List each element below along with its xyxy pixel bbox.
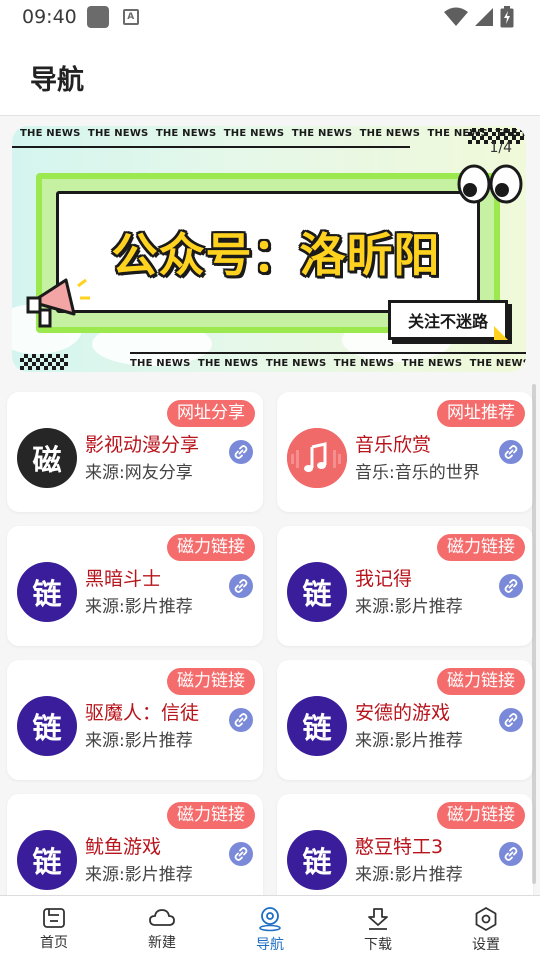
card-avatar: 链 [17, 562, 77, 622]
link-icon[interactable] [229, 574, 253, 598]
settings-icon [475, 907, 497, 931]
link-icon[interactable] [499, 440, 523, 464]
link-icon[interactable] [229, 440, 253, 464]
cartoon-eyes-icon [457, 164, 523, 204]
nav-label: 导航 [256, 937, 284, 953]
nav-card[interactable]: 磁力链接链黑暗斗士来源:影片推荐 [7, 526, 263, 646]
card-source: 来源:影片推荐 [355, 865, 463, 885]
home-icon [43, 908, 65, 928]
nav-label: 下载 [364, 937, 392, 953]
news-ticker-top: THE NEWS THE NEWS THE NEWS THE NEWS THE … [20, 128, 526, 139]
download-icon [368, 908, 388, 930]
card-avatar: 链 [287, 830, 347, 890]
card-title: 鱿鱼游戏 [85, 836, 162, 858]
nav-new[interactable]: 新建 [108, 896, 216, 960]
link-icon[interactable] [499, 574, 523, 598]
nav-card[interactable]: 磁力链接链安德的游戏来源:影片推荐 [277, 660, 533, 780]
link-icon[interactable] [499, 708, 523, 732]
nav-label: 首页 [40, 935, 68, 951]
card-category-tag: 网址分享 [167, 400, 255, 427]
nav-download[interactable]: 下载 [324, 896, 432, 960]
card-category-tag: 磁力链接 [437, 802, 525, 829]
card-source: 音乐:音乐的世界 [355, 463, 480, 483]
navigation-icon [259, 907, 281, 932]
news-ticker-bottom: THE NEWS THE NEWS THE NEWS THE NEWS THE … [130, 358, 526, 369]
card-title: 我记得 [355, 568, 413, 590]
app-header: 导航 [0, 34, 540, 116]
card-source: 来源:网友分享 [85, 463, 193, 483]
link-icon[interactable] [499, 842, 523, 866]
cloud-icon [149, 909, 175, 926]
card-source: 来源:影片推荐 [355, 597, 463, 617]
nav-card[interactable]: 网址推荐 音乐欣赏音乐:音乐的世界 [277, 392, 533, 512]
banner-page-indicator: 1/4 [489, 140, 512, 156]
nav-card[interactable]: 网址分享磁影视动漫分享 来源:网友分享 [7, 392, 263, 512]
status-time: 09:40 [22, 6, 77, 28]
banner-headline: 公众号：洛昕阳 [111, 228, 441, 282]
card-category-tag: 磁力链接 [437, 668, 525, 695]
card-avatar: 链 [17, 830, 77, 890]
battery-icon [500, 6, 514, 28]
card-title: 憨豆特工3 [355, 836, 444, 858]
megaphone-icon [26, 278, 90, 328]
signal-icon [475, 8, 493, 26]
card-source: 来源:影片推荐 [85, 597, 193, 617]
card-category-tag: 磁力链接 [437, 534, 525, 561]
link-icon[interactable] [229, 708, 253, 732]
card-source: 来源:影片推荐 [85, 731, 193, 751]
promo-banner[interactable]: THE NEWS THE NEWS THE NEWS THE NEWS THE … [12, 126, 526, 372]
nav-navigation[interactable]: 导航 [216, 896, 324, 960]
nav-settings[interactable]: 设置 [432, 896, 540, 960]
card-title: 驱魔人：信徒 [85, 702, 200, 724]
keyboard-indicator-icon: A [122, 9, 139, 25]
card-title: 音乐欣赏 [355, 434, 432, 456]
music-note-icon [287, 428, 347, 488]
nav-home[interactable]: 首页 [0, 896, 108, 960]
card-title: 影视动漫分享 [85, 434, 200, 456]
link-icon[interactable] [229, 842, 253, 866]
card-category-tag: 磁力链接 [167, 802, 255, 829]
card-avatar: 磁 [17, 428, 77, 488]
checker-decoration [20, 354, 68, 370]
wifi-icon [444, 7, 468, 26]
follow-tag: 关注不迷路 [388, 300, 508, 340]
card-source: 来源:影片推荐 [355, 731, 463, 751]
nav-label: 新建 [148, 935, 176, 951]
card-category-tag: 磁力链接 [167, 534, 255, 561]
card-category-tag: 网址推荐 [437, 400, 525, 427]
card-avatar: 链 [17, 696, 77, 756]
card-avatar: 链 [287, 562, 347, 622]
nav-card[interactable]: 磁力链接链我记得来源:影片推荐 [277, 526, 533, 646]
card-title: 安德的游戏 [355, 702, 451, 724]
card-title: 黑暗斗士 [85, 568, 162, 590]
bottom-navigation: 首页 新建 导航 下载 设置 [0, 895, 540, 960]
nav-card[interactable]: 磁力链接链驱魔人：信徒 来源:影片推荐 [7, 660, 263, 780]
card-avatar: 链 [287, 696, 347, 756]
page-title: 导航 [30, 65, 84, 96]
card-category-tag: 磁力链接 [167, 668, 255, 695]
nav-label: 设置 [472, 937, 500, 953]
status-bar: 09:40 A [0, 0, 540, 34]
card-source: 来源:影片推荐 [85, 865, 193, 885]
scrollbar[interactable] [532, 384, 536, 884]
notification-icon [86, 6, 109, 28]
